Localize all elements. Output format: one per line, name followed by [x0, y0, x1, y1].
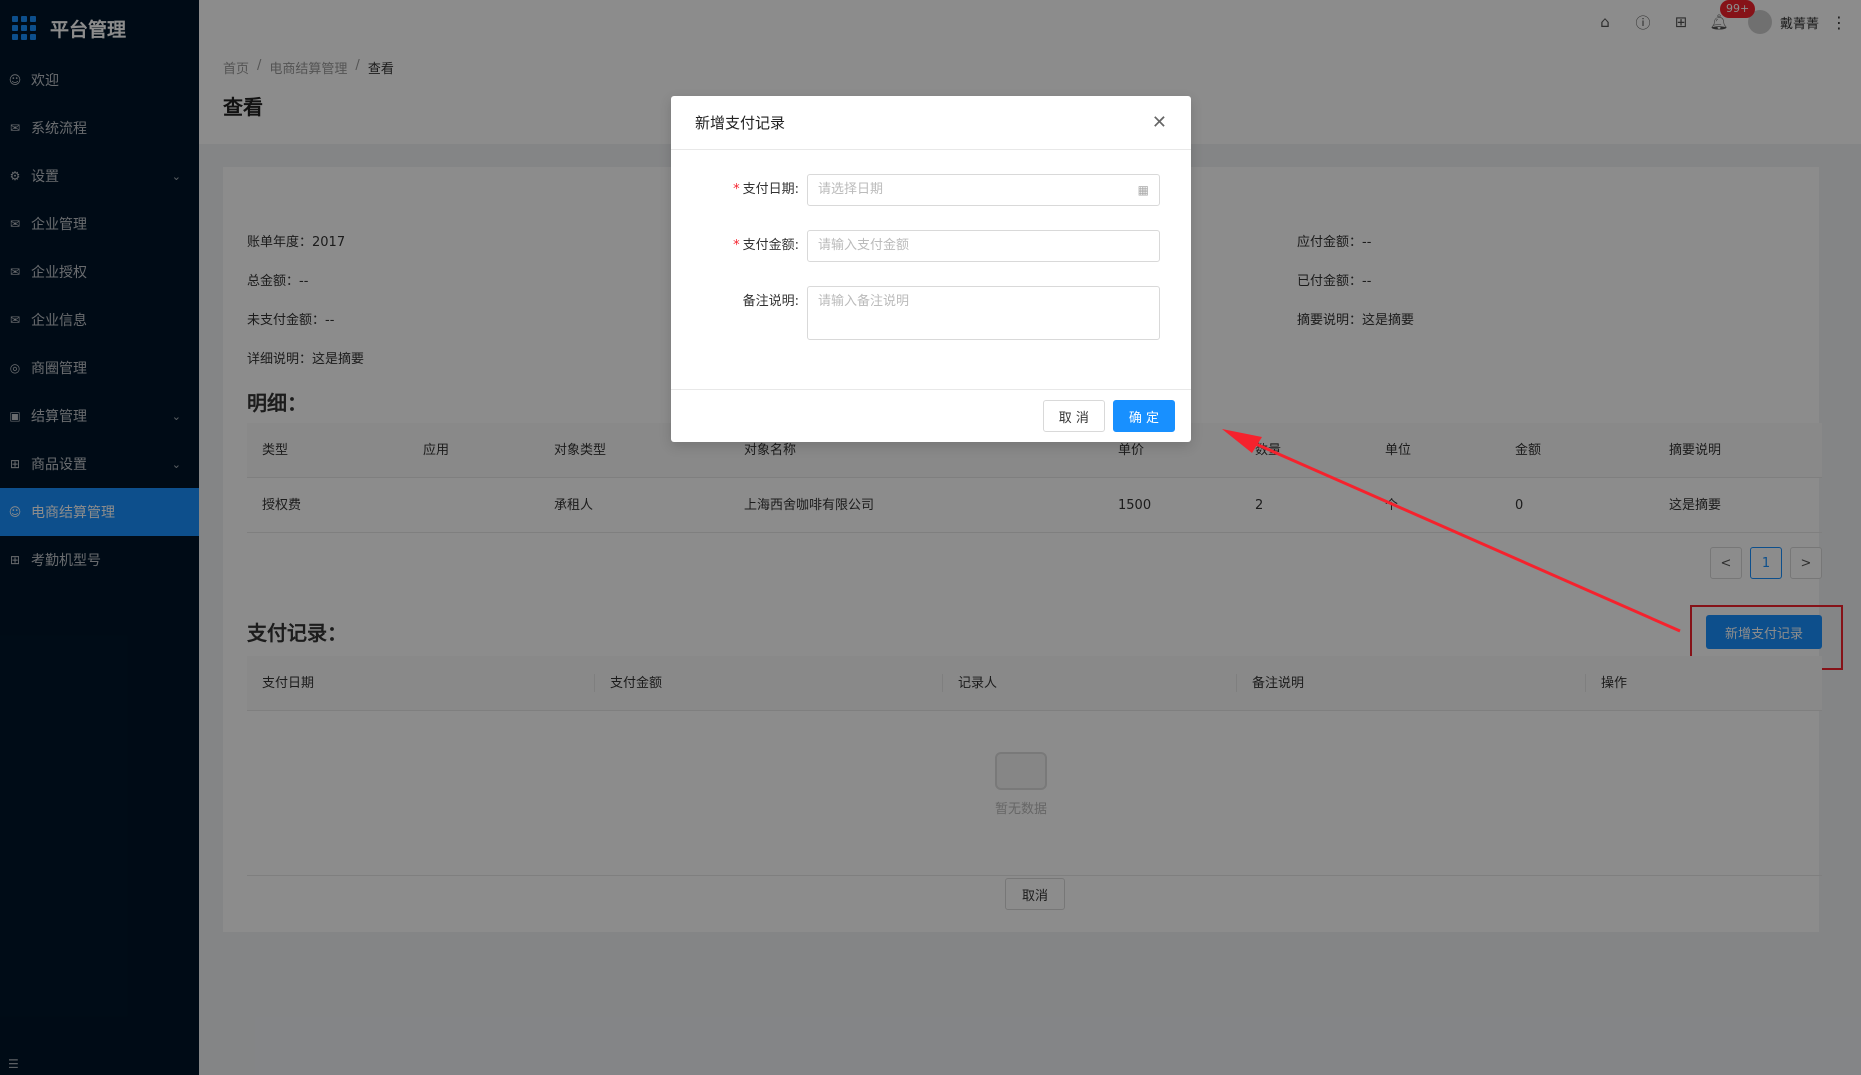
form-row-amount: * 支付金额: 请输入支付金额 — [671, 230, 1191, 262]
calendar-icon: ▦ — [1137, 183, 1149, 197]
required-mark: * — [733, 238, 740, 253]
date-label: * 支付日期: — [733, 182, 799, 197]
form-row-date: * 支付日期: 请选择日期 ▦ — [671, 174, 1191, 206]
remark-textarea[interactable]: 请输入备注说明 — [807, 286, 1160, 340]
remark-placeholder: 请输入备注说明 — [818, 294, 910, 309]
amount-placeholder: 请输入支付金额 — [818, 238, 910, 253]
modal-ok-button[interactable]: 确 定 — [1112, 400, 1175, 432]
modal-cancel-button[interactable]: 取 消 — [1042, 400, 1105, 432]
date-placeholder: 请选择日期 — [818, 182, 884, 197]
form-row-remark: 备注说明: 请输入备注说明 — [671, 286, 1191, 340]
modal-footer: 取 消 确 定 — [671, 389, 1191, 442]
close-icon[interactable]: ✕ — [1152, 112, 1167, 133]
modal-header: 新增支付记录 ✕ — [671, 96, 1191, 150]
amount-label: * 支付金额: — [733, 238, 799, 253]
date-picker-input[interactable]: 请选择日期 ▦ — [807, 174, 1160, 206]
required-mark: * — [733, 182, 740, 197]
amount-input[interactable]: 请输入支付金额 — [807, 230, 1160, 262]
modal-title: 新增支付记录 — [695, 114, 786, 132]
remark-label: 备注说明: — [742, 294, 799, 309]
add-payment-modal: 新增支付记录 ✕ * 支付日期: 请选择日期 ▦ * 支付金额: 请输入支付金额 备… — [671, 96, 1191, 442]
